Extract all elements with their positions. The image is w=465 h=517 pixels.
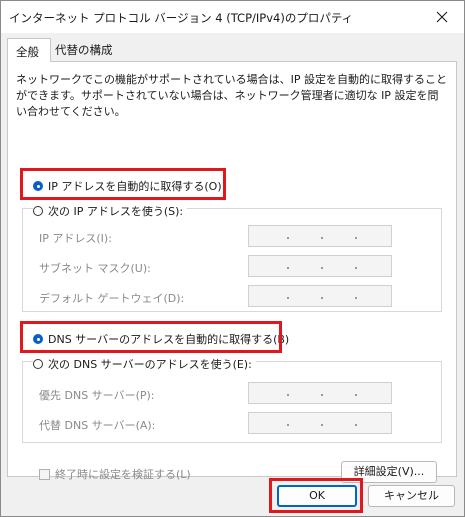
preferred-dns-label: 優先 DNS サーバー(P): [39, 389, 155, 402]
radio-checked-icon [33, 334, 43, 344]
tab-alternate-configuration[interactable]: 代替の構成 [55, 42, 113, 58]
title-bar[interactable]: インターネット プロトコル バージョン 4 (TCP/IPv4)のプロパティ [1, 1, 464, 33]
general-panel: ネットワークでこの機能がサポートされている場合は、IP 設定を自動的に取得するこ… [7, 61, 457, 483]
radio-checked-icon [33, 181, 43, 191]
dns-manual-radio[interactable]: 次の DNS サーバーのアドレスを使う(E): [33, 356, 256, 372]
description-text: ネットワークでこの機能がサポートされている場合は、IP 設定を自動的に取得するこ… [16, 73, 448, 118]
default-gateway-label: デフォルト ゲートウェイ(D): [39, 292, 185, 305]
alternate-dns-label: 代替 DNS サーバー(A): [39, 419, 156, 432]
radio-unchecked-icon [33, 359, 43, 369]
tab-general[interactable]: 全般 [7, 38, 51, 62]
validate-on-exit-checkbox[interactable]: 終了時に設定を検証する(L) [39, 466, 191, 482]
ip-auto-label: IP アドレスを自動的に取得する(O) [48, 180, 222, 193]
dialog-body: 全般 代替の構成 ネットワークでこの機能がサポートされている場合は、IP 設定を… [1, 33, 464, 516]
window-title: インターネット プロトコル バージョン 4 (TCP/IPv4)のプロパティ [9, 11, 354, 25]
cancel-button[interactable]: キャンセル [368, 485, 455, 507]
subnet-mask-label: サブネット マスク(U): [39, 262, 151, 275]
ip-address-label: IP アドレス(I): [39, 232, 112, 245]
dns-auto-label: DNS サーバーのアドレスを自動的に取得する(B) [48, 333, 290, 346]
ip-manual-label: 次の IP アドレスを使う(S): [48, 205, 184, 218]
ip-address-field[interactable] [248, 225, 392, 247]
checkbox-icon [39, 468, 50, 480]
ip-auto-radio[interactable]: IP アドレスを自動的に取得する(O) [33, 178, 222, 194]
validate-on-exit-label: 終了時に設定を検証する(L) [55, 468, 191, 481]
alternate-dns-field[interactable] [248, 412, 392, 434]
ip-manual-radio[interactable]: 次の IP アドレスを使う(S): [33, 203, 188, 219]
dns-manual-label: 次の DNS サーバーのアドレスを使う(E): [48, 358, 252, 371]
close-button[interactable] [420, 1, 464, 33]
tab-general-label: 全般 [16, 45, 39, 59]
ok-button[interactable]: OK [277, 485, 357, 507]
subnet-mask-field[interactable] [248, 255, 392, 277]
close-icon [436, 11, 448, 23]
advanced-button[interactable]: 詳細設定(V)... [341, 461, 437, 483]
dns-auto-radio[interactable]: DNS サーバーのアドレスを自動的に取得する(B) [33, 331, 289, 347]
default-gateway-field[interactable] [248, 285, 392, 307]
preferred-dns-field[interactable] [248, 382, 392, 404]
dialog-window: インターネット プロトコル バージョン 4 (TCP/IPv4)のプロパティ 全… [0, 0, 465, 517]
radio-unchecked-icon [33, 206, 43, 216]
